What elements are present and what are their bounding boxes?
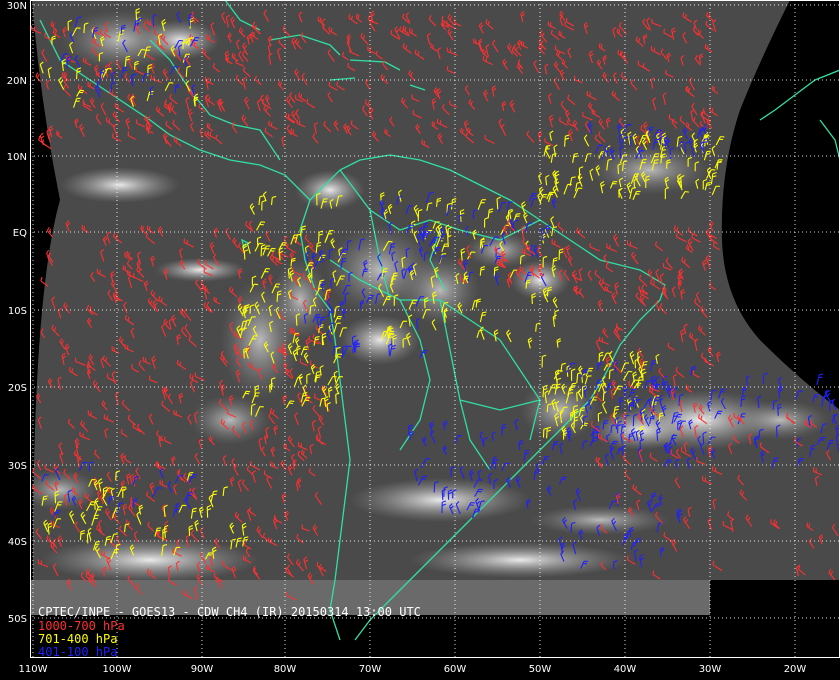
lon-label: 50W xyxy=(529,664,552,675)
lon-label: 20W xyxy=(784,664,807,675)
legend-low-level: 1000-700 hPa xyxy=(38,619,125,633)
cloud-patch xyxy=(530,505,670,535)
lon-label: 80W xyxy=(274,664,297,675)
lon-label: 110W xyxy=(19,664,48,675)
cloud-patch xyxy=(40,538,260,580)
lat-label: 40S xyxy=(8,537,27,548)
lat-label: 20N xyxy=(7,76,27,87)
lon-label: 70W xyxy=(359,664,382,675)
latitude-labels: 30N 20N 10N EQ 10S 20S 30S 40S 50S xyxy=(7,1,27,625)
lon-label: 60W xyxy=(444,664,467,675)
lat-label: 50S xyxy=(8,614,27,625)
lat-label: 10S xyxy=(8,306,27,317)
map-canvas: 30N 20N 10N EQ 10S 20S 30S 40S 50S 110W 100W 90W 80… xyxy=(7,0,840,675)
map-title: CPTEC/INPE - GOES13 - CDW CH4 (IR) 20150… xyxy=(38,605,421,619)
lon-label: 30W xyxy=(699,664,722,675)
lat-label: 30S xyxy=(8,461,27,472)
lon-label: 40W xyxy=(614,664,637,675)
cloud-patch xyxy=(32,470,100,510)
cloud-patch xyxy=(220,280,300,400)
wind-barb xyxy=(46,226,53,238)
legend-high-level: 401-100 hPa xyxy=(38,645,117,659)
lat-label: EQ xyxy=(13,228,27,239)
lat-label: 10N xyxy=(7,152,27,163)
lat-label: 30N xyxy=(7,1,27,12)
cloud-patch xyxy=(350,478,530,522)
cloud-patch xyxy=(730,400,830,440)
legend-mid-level: 701-400 hPa xyxy=(38,632,117,646)
lon-label: 100W xyxy=(103,664,132,675)
longitude-labels: 110W 100W 90W 80W 70W 60W 50W 40W 30W 20W xyxy=(19,664,807,675)
lon-label: 90W xyxy=(191,664,214,675)
wind-barb xyxy=(816,373,824,385)
satellite-map: 30N 20N 10N EQ 10S 20S 30S 40S 50S 110W 100W 90W 80… xyxy=(0,0,840,680)
cloud-patch xyxy=(155,258,245,282)
cloud-patch xyxy=(60,167,180,203)
lat-label: 20S xyxy=(8,383,27,394)
